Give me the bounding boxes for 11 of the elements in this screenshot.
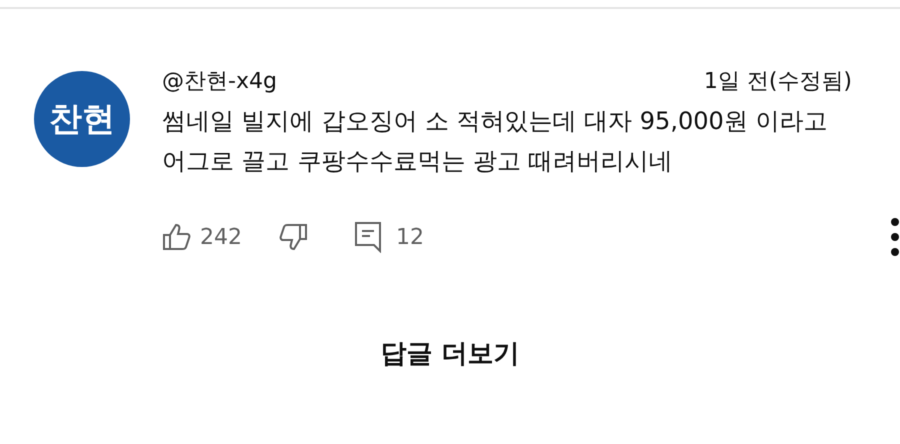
author-name[interactable]: @찬현-x4g [162, 69, 277, 96]
reply-count: 12 [396, 224, 424, 252]
thumbs-down-icon[interactable] [278, 222, 308, 252]
comment-text: 썸네일 빌지에 갑오징어 소 적혀있는데 대자 95,000원 이라고 어그로 끌고 쿠팡수수료먹는 광고 때려버리시네 [162, 106, 828, 178]
avatar[interactable]: 찬현 [34, 71, 130, 167]
reply-icon[interactable] [354, 221, 382, 254]
more-options-icon[interactable] [890, 217, 900, 258]
more-replies-button[interactable]: 답글 더보기 [380, 335, 520, 374]
thumbs-up-icon[interactable] [162, 222, 192, 252]
like-count: 242 [200, 224, 242, 252]
comment-time: 1일 전(수정됨) [704, 69, 852, 96]
